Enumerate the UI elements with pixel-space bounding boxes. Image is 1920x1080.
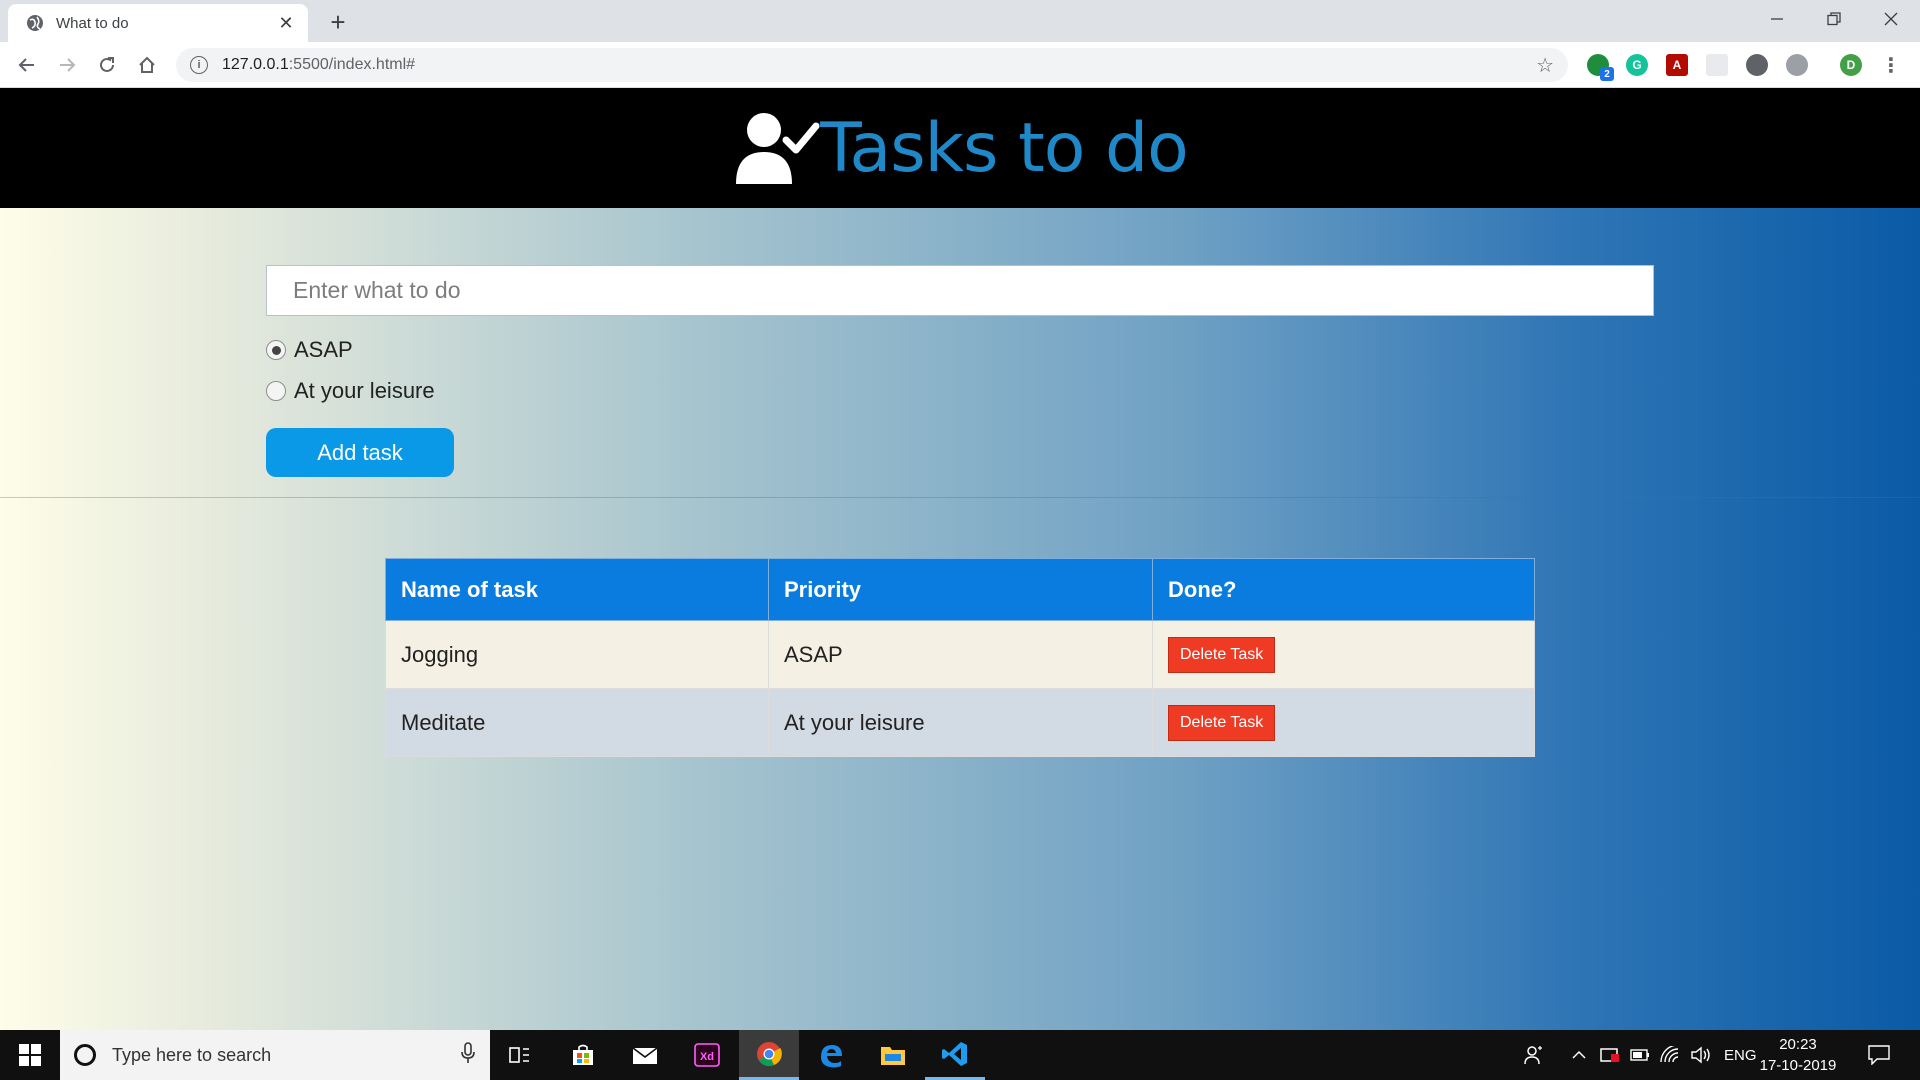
tab-title: What to do bbox=[56, 14, 129, 32]
settings-extension-icon[interactable] bbox=[1786, 54, 1808, 76]
edge-icon[interactable] bbox=[801, 1030, 861, 1080]
profile-avatar[interactable]: D bbox=[1840, 54, 1862, 76]
reload-icon[interactable] bbox=[92, 50, 122, 80]
task-priority: ASAP bbox=[768, 620, 1153, 689]
task-action-cell: Delete Task bbox=[1152, 620, 1535, 689]
copy-extension-icon[interactable] bbox=[1706, 54, 1728, 76]
task-action-cell: Delete Task bbox=[1152, 688, 1535, 757]
forward-icon[interactable] bbox=[52, 50, 82, 80]
page: Tasks to do ASAP At your leisure Add tas… bbox=[0, 88, 1920, 1030]
column-header-priority: Priority bbox=[768, 558, 1153, 621]
delete-task-button[interactable]: Delete Task bbox=[1168, 704, 1276, 741]
page-header: Tasks to do bbox=[0, 88, 1920, 208]
menu-dots-icon[interactable]: ⋮ bbox=[1880, 54, 1902, 77]
microphone-icon[interactable] bbox=[460, 1041, 476, 1069]
clock-date: 17-10-2019 bbox=[1759, 1057, 1837, 1074]
back-icon[interactable] bbox=[12, 50, 42, 80]
close-window-icon[interactable] bbox=[1863, 0, 1919, 38]
vscode-icon[interactable] bbox=[925, 1030, 985, 1080]
task-input[interactable] bbox=[266, 265, 1654, 316]
priority-option-asap[interactable]: ASAP bbox=[266, 337, 353, 363]
task-name: Meditate bbox=[385, 688, 769, 757]
radio-asap[interactable] bbox=[266, 340, 286, 360]
page-title: Tasks to do bbox=[820, 108, 1188, 188]
store-icon[interactable] bbox=[553, 1030, 613, 1080]
clock-time: 20:23 bbox=[1779, 1036, 1817, 1053]
grammarly-icon[interactable]: G bbox=[1626, 54, 1648, 76]
task-view-icon[interactable] bbox=[490, 1030, 550, 1080]
add-task-button[interactable]: Add task bbox=[266, 428, 454, 477]
tasks-table: Name of task Priority Done? Jogging ASAP… bbox=[385, 558, 1535, 757]
adobe-xd-icon[interactable]: Xd bbox=[677, 1030, 737, 1080]
task-name: Jogging bbox=[385, 620, 769, 689]
people-icon[interactable] bbox=[1524, 1030, 1544, 1080]
taskbar-clock[interactable]: 20:23 17-10-2019 bbox=[1752, 1034, 1844, 1076]
delete-task-button[interactable]: Delete Task bbox=[1168, 636, 1276, 673]
task-priority: At your leisure bbox=[768, 688, 1153, 757]
radio-label-leisure: At your leisure bbox=[294, 378, 435, 403]
tray-chevron-icon[interactable] bbox=[1572, 1030, 1586, 1080]
browser-tab[interactable]: What to do ✕ bbox=[8, 4, 308, 42]
column-header-done: Done? bbox=[1152, 558, 1535, 621]
taskbar-search-text: Type here to search bbox=[112, 1044, 272, 1065]
table-row: Jogging ASAP Delete Task bbox=[385, 620, 1535, 689]
divider bbox=[0, 497, 1920, 498]
radio-leisure[interactable] bbox=[266, 381, 286, 401]
volume-icon[interactable] bbox=[1690, 1030, 1712, 1080]
user-check-icon bbox=[736, 113, 820, 184]
chrome-icon[interactable] bbox=[739, 1030, 799, 1080]
svg-text:Xd: Xd bbox=[700, 1051, 714, 1063]
minimize-icon[interactable] bbox=[1749, 0, 1805, 38]
cortana-icon bbox=[74, 1044, 96, 1066]
address-bar[interactable]: i 127.0.0.1:5500/index.html# ☆ bbox=[176, 48, 1568, 82]
security-icon[interactable] bbox=[1600, 1030, 1620, 1080]
restore-icon[interactable] bbox=[1806, 0, 1862, 38]
taskbar: Type here to search Xd ENG 20:23 17-10-2… bbox=[0, 1030, 1920, 1080]
taskbar-search[interactable]: Type here to search bbox=[60, 1030, 490, 1080]
mail-icon[interactable] bbox=[615, 1030, 675, 1080]
url-text: 127.0.0.1:5500/index.html# bbox=[222, 56, 416, 73]
battery-icon[interactable] bbox=[1630, 1030, 1650, 1080]
new-tab-button[interactable]: + bbox=[324, 7, 352, 37]
windows-start-icon[interactable] bbox=[0, 1030, 60, 1080]
priority-option-leisure[interactable]: At your leisure bbox=[266, 378, 435, 404]
notifications-icon[interactable] bbox=[1868, 1030, 1890, 1080]
radio-label-asap: ASAP bbox=[294, 337, 353, 362]
site-info-icon[interactable]: i bbox=[190, 56, 208, 74]
browser-tab-bar: What to do ✕ + bbox=[0, 0, 1920, 42]
table-row: Meditate At your leisure Delete Task bbox=[385, 688, 1535, 757]
home-icon[interactable] bbox=[132, 50, 162, 80]
extension-green-icon[interactable]: 2 bbox=[1587, 54, 1614, 81]
dark-reader-icon[interactable] bbox=[1746, 54, 1768, 76]
bookmark-star-icon[interactable]: ☆ bbox=[1536, 53, 1554, 78]
globe-icon bbox=[26, 14, 44, 32]
pdf-extension-icon[interactable]: A bbox=[1666, 54, 1688, 76]
close-tab-icon[interactable]: ✕ bbox=[276, 13, 296, 33]
wifi-icon[interactable] bbox=[1660, 1030, 1680, 1080]
file-explorer-icon[interactable] bbox=[863, 1030, 923, 1080]
table-header-row: Name of task Priority Done? bbox=[385, 558, 1535, 621]
column-header-name: Name of task bbox=[385, 558, 769, 621]
